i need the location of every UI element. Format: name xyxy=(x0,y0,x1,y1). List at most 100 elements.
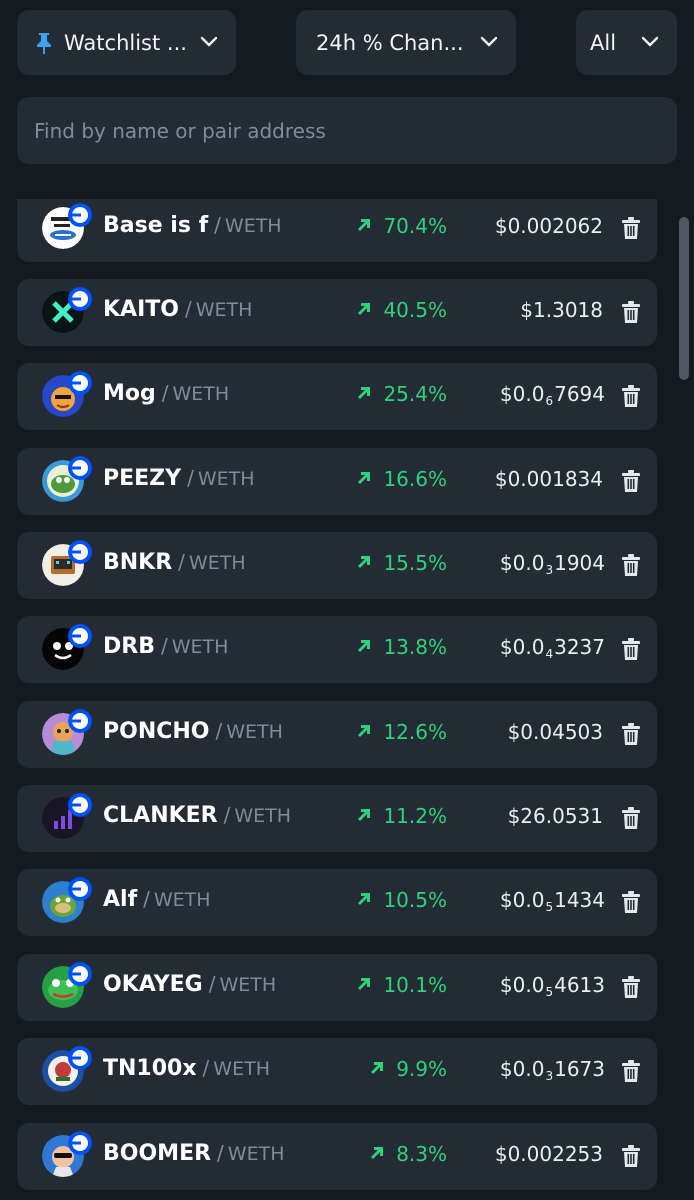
token-row[interactable]: Base is f / WETH 70.4% $0.002062 xyxy=(17,199,657,262)
token-symbol: PONCHO xyxy=(103,719,210,744)
price-change: 10.1% xyxy=(383,973,447,997)
quote-token: WETH xyxy=(153,889,211,911)
token-price-suffix: 7694 xyxy=(554,382,605,406)
token-row[interactable]: Alf / WETH 10.5% $0.051434 xyxy=(17,869,657,936)
trash-icon[interactable] xyxy=(622,385,640,407)
trend-up-icon xyxy=(358,640,371,652)
token-symbol: DRB xyxy=(103,634,155,659)
pair-separator: / xyxy=(160,634,168,658)
token-row[interactable]: DRB / WETH 13.8% $0.043237 xyxy=(17,616,657,683)
pair-separator: / xyxy=(208,972,216,996)
token-symbol: Alf xyxy=(103,887,138,912)
trash-icon[interactable] xyxy=(622,891,640,913)
trend-up-icon xyxy=(358,219,371,231)
token-row[interactable]: OKAYEG / WETH 10.1% $0.054613 xyxy=(17,954,657,1021)
trend-up-icon xyxy=(358,387,371,399)
price-zero-count: 5 xyxy=(545,985,554,999)
pair-separator: / xyxy=(202,1056,210,1080)
quote-token: WETH xyxy=(219,974,277,996)
quote-token: WETH xyxy=(197,468,255,490)
token-symbol: BOOMER xyxy=(103,1141,212,1166)
trash-icon[interactable] xyxy=(622,554,640,576)
token-symbol: TN100x xyxy=(103,1056,197,1081)
search-input[interactable] xyxy=(34,97,654,164)
pair-separator: / xyxy=(187,466,194,490)
token-price: $0.002062 xyxy=(494,214,603,238)
price-change: 10.5% xyxy=(383,888,447,912)
token-row[interactable]: KAITO / WETH 40.5% $1.3018 xyxy=(17,279,657,346)
pair-separator: / xyxy=(217,1141,224,1165)
token-price: $0.0 xyxy=(499,551,545,575)
token-row[interactable]: PEEZY / WETH 16.6% $0.001834 xyxy=(17,448,657,515)
token-row[interactable]: Mog / WETH 25.4% $0.067694 xyxy=(17,363,657,430)
token-row[interactable]: CLANKER / WETH 11.2% $26.0531 xyxy=(17,785,657,852)
token-row[interactable]: TN100x / WETH 9.9% $0.031673 xyxy=(17,1038,657,1105)
token-price: $0.0 xyxy=(499,973,545,997)
quote-token: WETH xyxy=(171,636,229,658)
quote-token: WETH xyxy=(224,215,282,237)
quote-token: WETH xyxy=(195,299,253,321)
base-chain-icon xyxy=(68,877,92,901)
chevron-down-icon xyxy=(200,36,218,47)
quote-token: WETH xyxy=(188,552,246,574)
base-chain-icon xyxy=(68,624,92,648)
trash-icon[interactable] xyxy=(622,638,640,660)
price-change: 15.5% xyxy=(383,551,447,575)
token-row[interactable]: BNKR / WETH 15.5% $0.031904 xyxy=(17,532,657,599)
price-zero-count: 5 xyxy=(545,900,554,914)
trash-icon[interactable] xyxy=(622,1145,640,1167)
trash-icon[interactable] xyxy=(622,807,640,829)
price-zero-count: 3 xyxy=(545,563,554,577)
token-price: $0.04503 xyxy=(507,720,603,744)
base-chain-icon xyxy=(68,709,92,733)
quote-token: WETH xyxy=(234,805,292,827)
price-change: 9.9% xyxy=(396,1057,447,1081)
watchlist-token-list: Base is f / WETH 70.4% $0.002062 KAITO /… xyxy=(0,199,694,1200)
base-chain-icon xyxy=(68,203,92,227)
base-chain-icon xyxy=(68,962,92,986)
token-symbol: CLANKER xyxy=(103,803,218,828)
price-change: 11.2% xyxy=(383,804,447,828)
token-price: $0.001834 xyxy=(494,467,603,491)
chain-filter-label: All xyxy=(590,30,617,55)
quote-token: WETH xyxy=(213,1058,270,1080)
token-price-suffix: 1434 xyxy=(554,888,605,912)
watchlist-dropdown[interactable]: Watchlist ... xyxy=(17,10,236,75)
token-row[interactable]: BOOMER / WETH 8.3% $0.002253 xyxy=(17,1123,657,1190)
trend-up-icon xyxy=(371,1147,384,1159)
token-symbol: Base is f xyxy=(103,213,209,238)
base-chain-icon xyxy=(68,1046,92,1070)
price-zero-count: 3 xyxy=(545,1069,554,1083)
trash-icon[interactable] xyxy=(622,723,640,745)
chain-filter-dropdown[interactable]: All xyxy=(576,10,677,75)
token-symbol: KAITO xyxy=(103,297,179,322)
price-change: 40.5% xyxy=(383,298,447,322)
token-symbol: Mog xyxy=(103,381,156,406)
price-change: 70.4% xyxy=(383,214,447,238)
pair-separator: / xyxy=(178,550,185,574)
trend-up-icon xyxy=(358,893,371,905)
token-price: $26.0531 xyxy=(507,804,603,828)
token-price: $0.0 xyxy=(499,382,545,406)
base-chain-icon xyxy=(68,793,92,817)
trash-icon[interactable] xyxy=(622,1060,640,1082)
watchlist-dropdown-label: Watchlist ... xyxy=(64,30,187,55)
trash-icon[interactable] xyxy=(622,470,640,492)
trash-icon[interactable] xyxy=(622,976,640,998)
price-change: 12.6% xyxy=(383,720,447,744)
trash-icon[interactable] xyxy=(622,217,640,239)
token-price: $0.0 xyxy=(499,1057,545,1081)
screener-watchlist-page: Watchlist ... 24h % Chan... All Find by … xyxy=(0,0,694,1200)
token-price: $0.0 xyxy=(499,888,545,912)
pair-separator: / xyxy=(143,887,150,911)
trend-up-icon xyxy=(371,1062,384,1074)
pair-separator: / xyxy=(161,381,169,405)
base-chain-icon xyxy=(68,456,92,480)
trash-icon[interactable] xyxy=(622,301,640,323)
scrollbar-thumb[interactable] xyxy=(679,217,689,380)
token-price-suffix: 4613 xyxy=(554,973,605,997)
token-row[interactable]: PONCHO / WETH 12.6% $0.04503 xyxy=(17,701,657,768)
sort-dropdown[interactable]: 24h % Chan... xyxy=(296,10,516,75)
trend-up-icon xyxy=(358,809,371,821)
token-price: $0.0 xyxy=(499,635,545,659)
